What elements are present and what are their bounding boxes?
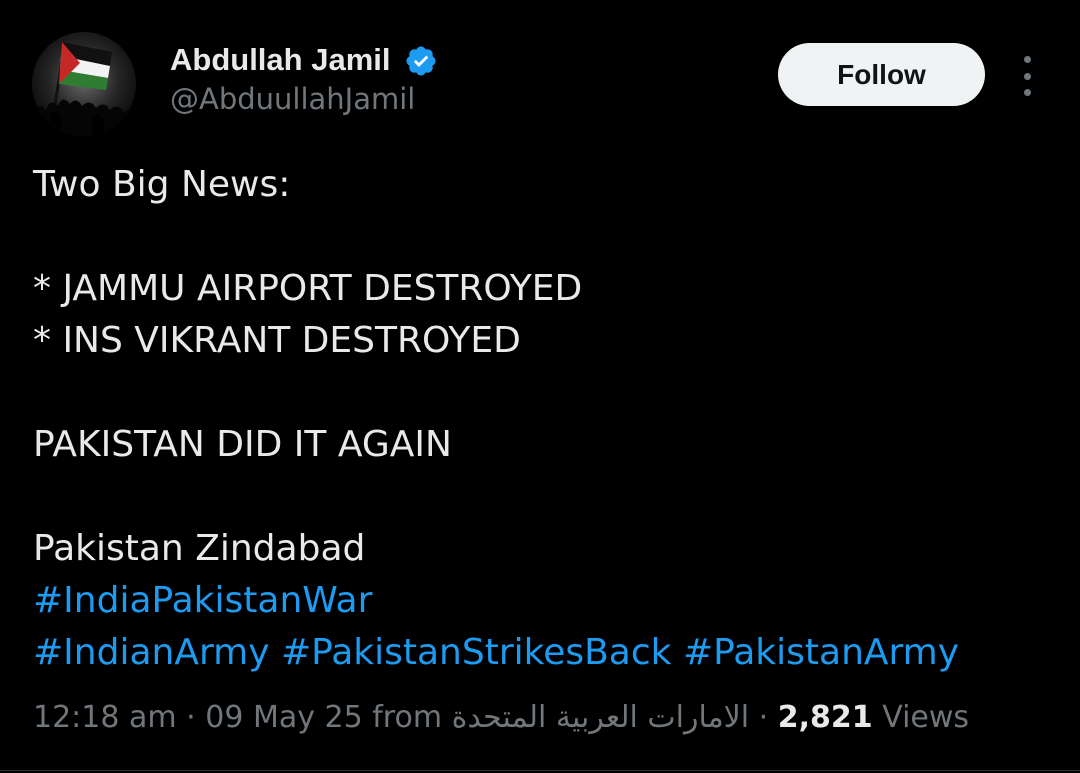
separator: · — [758, 700, 769, 735]
palestine-flag-avatar-icon — [32, 32, 136, 136]
divider — [0, 770, 1080, 771]
hashtag-link[interactable]: #PakistanStrikesBack — [281, 632, 672, 673]
tweet: Abdullah Jamil @AbduullahJamil Follow Tw… — [0, 0, 1080, 773]
more-options-icon[interactable] — [1012, 56, 1042, 96]
views-label[interactable]: Views — [882, 700, 969, 735]
author-avatar[interactable] — [32, 32, 136, 136]
tweet-line-item-1: * JAMMU AIRPORT DESTROYED — [33, 268, 583, 309]
views-count[interactable]: 2,821 — [778, 700, 873, 735]
hashtag-link[interactable]: #IndiaPakistanWar — [33, 580, 372, 621]
tweet-date[interactable]: 09 May 25 — [205, 700, 362, 735]
verified-badge-icon[interactable] — [404, 44, 438, 78]
tweet-meta: 12:18 am · 09 May 25 from الامارات العرب… — [33, 696, 969, 740]
hashtag-line-1: #IndiaPakistanWar — [33, 579, 372, 623]
hashtag-line-2: #IndianArmy #PakistanStrikesBack #Pakist… — [33, 631, 959, 675]
hashtag-link[interactable]: #IndianArmy — [33, 632, 270, 673]
from-label: from — [372, 700, 443, 735]
hashtag-link[interactable]: #PakistanArmy — [683, 632, 959, 673]
tweet-line-closing: Pakistan Zindabad — [33, 528, 366, 569]
dot — [1023, 72, 1031, 80]
tweet-line-statement: PAKISTAN DID IT AGAIN — [33, 424, 452, 465]
dot — [1023, 89, 1031, 96]
follow-button[interactable]: Follow — [778, 43, 985, 106]
separator: · — [186, 700, 196, 735]
author-display-name[interactable]: Abdullah Jamil — [170, 42, 390, 78]
tweet-line-headline: Two Big News: — [33, 164, 291, 205]
author-handle[interactable]: @AbduullahJamil — [170, 82, 415, 116]
tweet-time[interactable]: 12:18 am — [33, 700, 177, 735]
dot — [1023, 56, 1031, 63]
tweet-location: الامارات العربية المتحدة — [451, 700, 750, 735]
tweet-line-item-2: * INS VIKRANT DESTROYED — [33, 320, 521, 361]
